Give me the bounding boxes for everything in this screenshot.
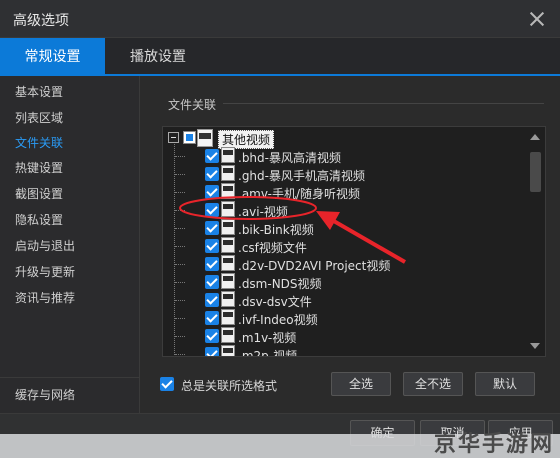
- file-type-checkbox[interactable]: [205, 293, 219, 307]
- sidebar-item-startup[interactable]: 启动与退出: [15, 236, 75, 256]
- file-type-row[interactable]: .m2p-视频: [163, 345, 523, 357]
- video-file-icon: [221, 165, 235, 181]
- file-type-checkbox[interactable]: [205, 257, 219, 271]
- file-type-row[interactable]: .bik-Bink视频: [163, 219, 523, 238]
- file-type-label: .ghd-暴风手机高清视频: [238, 169, 365, 183]
- file-type-checkbox[interactable]: [205, 329, 219, 343]
- video-file-icon: [221, 147, 235, 163]
- sidebar-item-news[interactable]: 资讯与推荐: [15, 288, 75, 308]
- file-type-checkbox[interactable]: [205, 347, 219, 356]
- file-type-label: .dsm-NDS视频: [238, 277, 322, 291]
- watermark-text: 京华手游网: [433, 432, 554, 457]
- sidebar-item-cache-label: 缓存与网络: [15, 388, 76, 402]
- file-type-label: .bik-Bink视频: [238, 223, 314, 237]
- file-type-label: .dsv-dsv文件: [238, 295, 312, 309]
- tab-general[interactable]: 常规设置: [0, 38, 105, 76]
- scroll-down-icon[interactable]: [530, 343, 540, 349]
- file-type-label: .d2v-DVD2AVI Project视频: [238, 259, 391, 273]
- file-type-label: .amv-手机/随身听视频: [238, 187, 361, 201]
- file-type-label: .csf视频文件: [238, 241, 307, 255]
- video-file-icon: [221, 201, 235, 217]
- file-assoc-tree: 其他视频 .bhd-暴风高清视频 .ghd-暴风手机高清视频 .amv-手机/随…: [162, 126, 546, 357]
- scroll-up-icon[interactable]: [530, 134, 540, 140]
- sidebar-item-screenshot[interactable]: 截图设置: [15, 184, 63, 204]
- video-file-icon: [221, 291, 235, 307]
- always-assoc-checkbox[interactable]: [160, 377, 174, 391]
- file-type-label: .m2p-视频: [238, 349, 298, 357]
- file-type-row[interactable]: .ghd-暴风手机高清视频: [163, 165, 523, 184]
- video-file-icon: [221, 273, 235, 289]
- scroll-thumb[interactable]: [530, 152, 541, 192]
- file-type-checkbox[interactable]: [205, 185, 219, 199]
- window-title: 高级选项: [13, 13, 69, 29]
- file-type-label: .ivf-Indeo视频: [238, 313, 318, 327]
- content-panel: 文件关联 其他视频 .bhd-暴风高清视频 .ghd-暴风手机高清视频 .amv…: [141, 76, 560, 413]
- file-type-row[interactable]: .amv-手机/随身听视频: [163, 183, 523, 202]
- video-file-icon: [221, 309, 235, 325]
- video-file-icon: [197, 129, 213, 147]
- video-file-icon: [221, 255, 235, 271]
- file-type-label: .avi-视频: [238, 205, 288, 219]
- file-type-row[interactable]: .d2v-DVD2AVI Project视频: [163, 255, 523, 274]
- tab-playback[interactable]: 播放设置: [118, 38, 198, 76]
- file-type-checkbox[interactable]: [205, 221, 219, 235]
- sidebar-item-basic[interactable]: 基本设置: [15, 82, 63, 102]
- video-file-icon: [221, 327, 235, 343]
- root-checkbox[interactable]: [183, 131, 196, 144]
- sidebar-item-file-assoc[interactable]: 文件关联: [15, 133, 63, 153]
- tab-bar: 常规设置 播放设置: [0, 38, 560, 76]
- sidebar-item-list-area[interactable]: 列表区域: [15, 108, 63, 128]
- sidebar-item-hotkeys[interactable]: 热键设置: [15, 158, 63, 178]
- file-type-row[interactable]: .csf视频文件: [163, 237, 523, 256]
- video-file-icon: [221, 183, 235, 199]
- sidebar-item-privacy[interactable]: 隐私设置: [15, 210, 63, 230]
- sidebar-item-update[interactable]: 升级与更新: [15, 262, 75, 282]
- video-file-icon: [221, 237, 235, 253]
- sidebar: 基本设置 列表区域 文件关联 热键设置 截图设置 隐私设置 启动与退出 升级与更…: [0, 76, 140, 413]
- file-type-row-avi[interactable]: .avi-视频: [163, 201, 523, 220]
- video-file-icon: [221, 219, 235, 235]
- select-none-button[interactable]: 全不选: [403, 372, 463, 396]
- close-icon[interactable]: [524, 6, 550, 32]
- file-type-row[interactable]: .dsm-NDS视频: [163, 273, 523, 292]
- file-type-row[interactable]: .ivf-Indeo视频: [163, 309, 523, 328]
- title-bar: 高级选项: [0, 0, 560, 38]
- video-file-icon: [221, 345, 235, 356]
- collapse-icon[interactable]: [168, 132, 179, 143]
- file-type-row[interactable]: .m1v-视频: [163, 327, 523, 346]
- sidebar-item-cache[interactable]: 缓存与网络: [0, 377, 140, 413]
- file-type-checkbox[interactable]: [205, 149, 219, 163]
- file-type-checkbox[interactable]: [205, 167, 219, 181]
- file-type-checkbox[interactable]: [205, 239, 219, 253]
- file-type-checkbox[interactable]: [205, 275, 219, 289]
- always-assoc-label: 总是关联所选格式: [181, 379, 278, 393]
- file-type-row[interactable]: .bhd-暴风高清视频: [163, 147, 523, 166]
- tree-root-row[interactable]: 其他视频: [163, 129, 523, 149]
- file-type-label: .bhd-暴风高清视频: [238, 151, 341, 165]
- select-all-button[interactable]: 全选: [331, 372, 391, 396]
- default-button[interactable]: 默认: [475, 372, 535, 396]
- group-label: 文件关联: [168, 98, 217, 112]
- tree-scrollbar[interactable]: [527, 128, 544, 355]
- file-type-label: .m1v-视频: [238, 331, 297, 345]
- file-type-row[interactable]: .dsv-dsv文件: [163, 291, 523, 310]
- file-type-checkbox[interactable]: [205, 311, 219, 325]
- file-type-checkbox[interactable]: [205, 203, 219, 217]
- group-divider: [223, 103, 544, 104]
